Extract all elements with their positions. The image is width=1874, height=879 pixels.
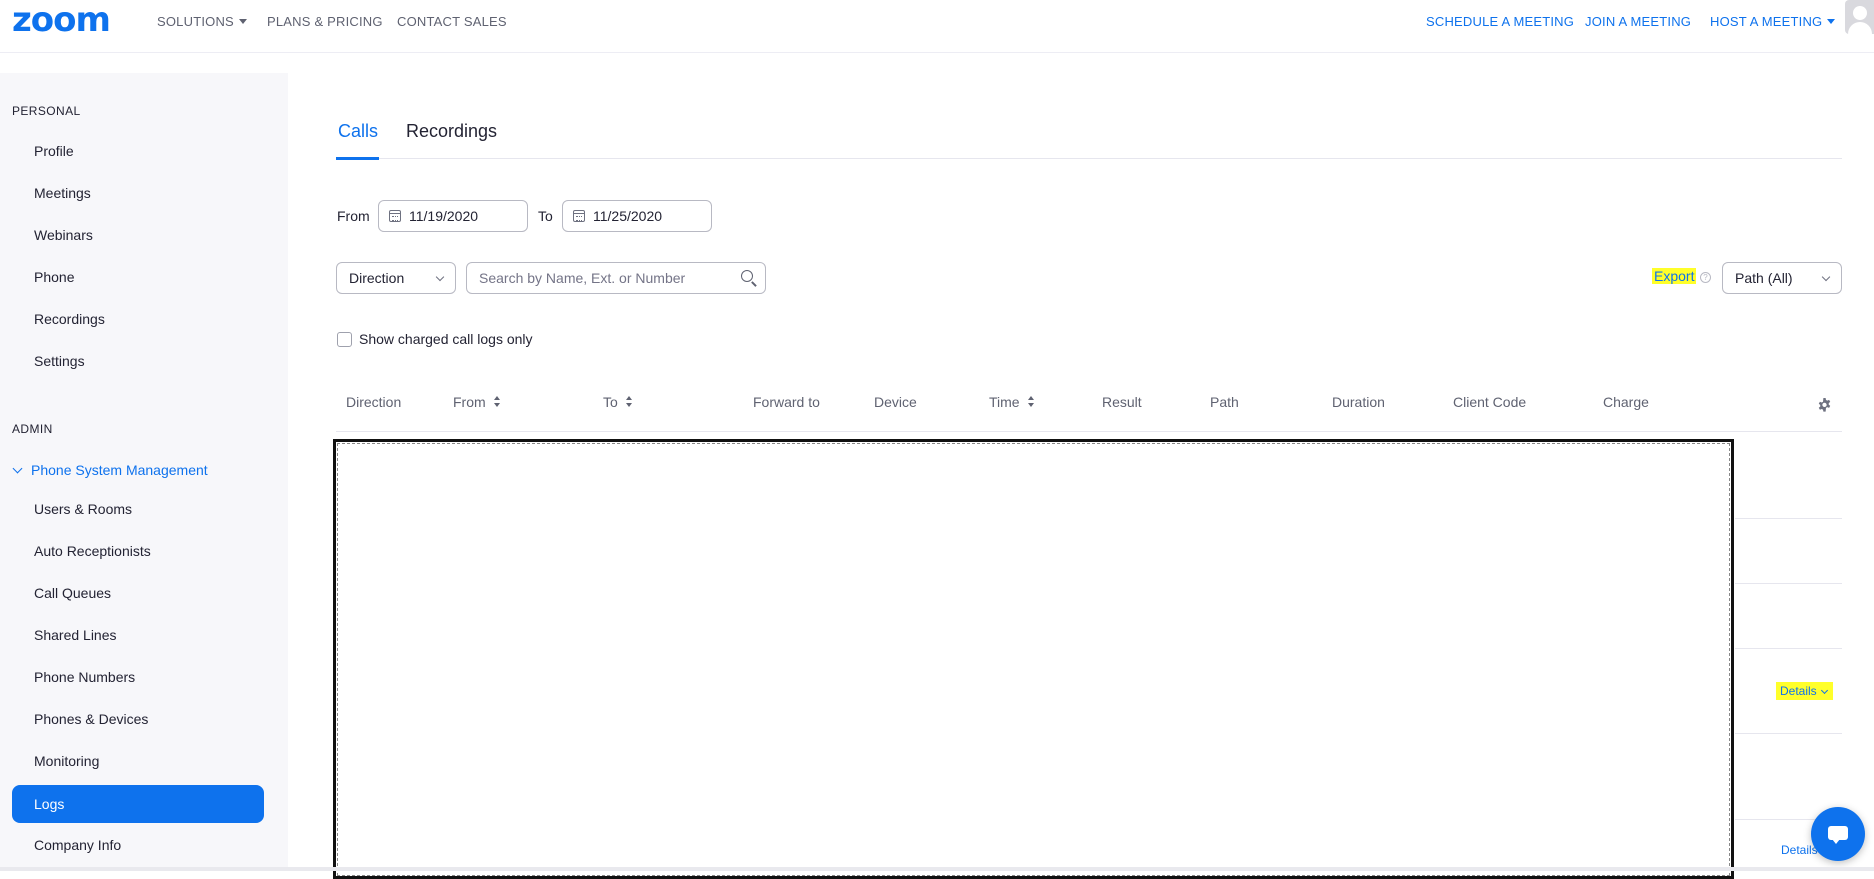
nav-host-meeting[interactable]: HOST A MEETING xyxy=(1710,14,1836,29)
chevron-down-icon xyxy=(12,463,23,474)
chevron-down-icon xyxy=(1821,272,1831,282)
column-header-charge: Charge xyxy=(1603,394,1649,410)
sidebar-item-phone-numbers[interactable]: Phone Numbers xyxy=(34,669,135,685)
sidebar-item-phones-devices[interactable]: Phones & Devices xyxy=(34,711,148,727)
path-select[interactable]: Path (All) xyxy=(1722,262,1842,294)
user-avatar[interactable] xyxy=(1845,0,1874,34)
sidebar-item-logs[interactable]: Logs xyxy=(12,785,264,823)
search-icon[interactable] xyxy=(741,270,753,282)
row-divider xyxy=(1735,583,1842,584)
sidebar-item-company-info[interactable]: Company Info xyxy=(34,837,121,853)
path-select-value: Path (All) xyxy=(1735,270,1793,286)
column-header-client-code: Client Code xyxy=(1453,394,1527,410)
calendar-icon xyxy=(389,210,401,222)
column-header-time-label: Time xyxy=(989,394,1020,410)
nav-solutions-label: SOLUTIONS xyxy=(157,14,234,29)
caret-down-icon xyxy=(238,19,247,24)
row-divider xyxy=(1735,733,1842,734)
column-header-path: Path xyxy=(1210,394,1239,410)
column-header-to[interactable]: To xyxy=(603,394,634,410)
nav-contact-sales[interactable]: CONTACT SALES xyxy=(397,14,507,29)
row-divider xyxy=(1735,648,1842,649)
from-date-value: 11/19/2020 xyxy=(409,208,479,224)
sidebar-item-settings[interactable]: Settings xyxy=(34,353,85,369)
charged-only-checkbox[interactable] xyxy=(337,332,352,347)
from-label: From xyxy=(337,208,370,224)
sidebar-item-users-rooms[interactable]: Users & Rooms xyxy=(34,501,132,517)
zoom-logo[interactable]: zoom xyxy=(12,3,111,37)
column-header-from-label: From xyxy=(453,394,486,410)
horizontal-scrollbar[interactable] xyxy=(0,867,1874,871)
nav-host-meeting-label: HOST A MEETING xyxy=(1710,14,1823,29)
chevron-down-icon xyxy=(435,272,445,282)
active-tab-indicator xyxy=(336,157,379,160)
sort-icon[interactable] xyxy=(1027,396,1036,408)
to-date-value: 11/25/2020 xyxy=(593,208,663,224)
top-navigation: zoom SOLUTIONS PLANS & PRICING CONTACT S… xyxy=(0,0,1874,53)
details-label: Details xyxy=(1780,684,1817,698)
tab-divider xyxy=(336,158,1842,159)
direction-select[interactable]: Direction xyxy=(336,262,456,294)
details-label: Details xyxy=(1781,843,1818,857)
column-header-to-label: To xyxy=(603,394,618,410)
sidebar-section-admin: ADMIN xyxy=(12,422,53,436)
charged-only-label: Show charged call logs only xyxy=(359,331,533,347)
details-toggle[interactable]: Details xyxy=(1776,682,1833,700)
sidebar: PERSONAL Profile Meetings Webinars Phone… xyxy=(0,73,288,871)
gear-icon[interactable] xyxy=(1817,398,1832,413)
sidebar-item-phone[interactable]: Phone xyxy=(34,269,74,285)
column-header-time[interactable]: Time xyxy=(989,394,1036,410)
chat-bubble-icon xyxy=(1828,826,1848,844)
caret-down-icon xyxy=(1827,19,1836,24)
search-input[interactable] xyxy=(466,262,766,294)
to-label: To xyxy=(538,208,553,224)
calendar-icon xyxy=(573,210,585,222)
sidebar-item-webinars[interactable]: Webinars xyxy=(34,227,93,243)
sidebar-item-monitoring[interactable]: Monitoring xyxy=(34,753,99,769)
sidebar-item-profile[interactable]: Profile xyxy=(34,143,74,159)
table-body-redacted-area xyxy=(333,439,1734,879)
sidebar-section-personal: PERSONAL xyxy=(12,104,81,118)
sidebar-item-meetings[interactable]: Meetings xyxy=(34,185,91,201)
nav-join-meeting[interactable]: JOIN A MEETING xyxy=(1585,14,1691,29)
sort-icon[interactable] xyxy=(493,396,502,408)
column-header-from[interactable]: From xyxy=(453,394,502,410)
help-icon[interactable]: ? xyxy=(1700,272,1711,283)
sidebar-group-label: Phone System Management xyxy=(31,462,208,478)
nav-schedule-meeting[interactable]: SCHEDULE A MEETING xyxy=(1426,14,1574,29)
tab-calls[interactable]: Calls xyxy=(338,121,378,142)
column-header-duration: Duration xyxy=(1332,394,1385,410)
from-date-picker[interactable]: 11/19/2020 xyxy=(378,200,528,232)
table-header-divider xyxy=(336,431,1842,432)
sidebar-item-shared-lines[interactable]: Shared Lines xyxy=(34,627,117,643)
sidebar-group-phone-system-management[interactable]: Phone System Management xyxy=(12,462,208,478)
tab-recordings[interactable]: Recordings xyxy=(406,121,497,142)
sidebar-item-auto-receptionists[interactable]: Auto Receptionists xyxy=(34,543,151,559)
details-toggle[interactable]: Details xyxy=(1781,843,1818,857)
sort-icon[interactable] xyxy=(625,396,634,408)
chevron-down-icon xyxy=(1820,686,1828,695)
nav-plans-pricing[interactable]: PLANS & PRICING xyxy=(267,14,383,29)
row-divider xyxy=(1735,518,1842,519)
nav-solutions[interactable]: SOLUTIONS xyxy=(157,14,247,29)
sidebar-item-call-queues[interactable]: Call Queues xyxy=(34,585,111,601)
export-link[interactable]: Export xyxy=(1652,268,1697,284)
to-date-picker[interactable]: 11/25/2020 xyxy=(562,200,712,232)
chat-button[interactable] xyxy=(1811,807,1865,861)
column-header-forward-to: Forward to xyxy=(753,394,820,410)
column-header-result: Result xyxy=(1102,394,1142,410)
column-header-device: Device xyxy=(874,394,917,410)
column-header-direction: Direction xyxy=(346,394,402,410)
direction-select-value: Direction xyxy=(349,270,405,286)
sidebar-item-recordings[interactable]: Recordings xyxy=(34,311,105,327)
